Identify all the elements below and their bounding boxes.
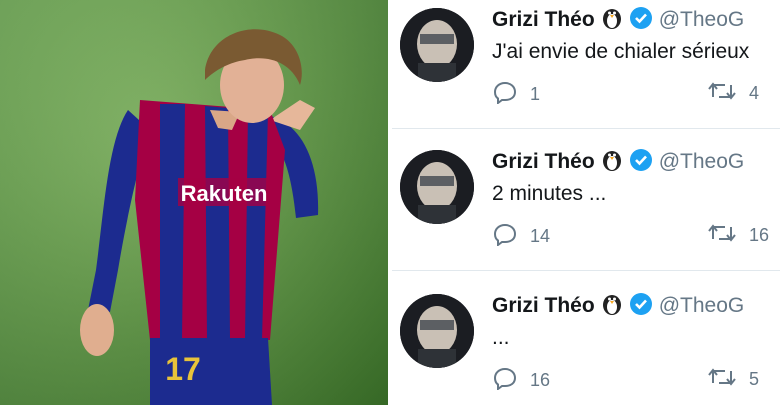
avatar[interactable] [400,150,474,224]
reply-icon [492,80,530,109]
reply-button[interactable]: 1 [492,80,540,109]
retweet-count: 5 [749,369,760,389]
tweet[interactable]: Grizi Théo @TheoG ... 16 5 [392,286,780,405]
display-name[interactable]: Grizi Théo [492,150,595,173]
tweet[interactable]: Grizi Théo @TheoG 2 minutes ... 14 16 [392,142,780,271]
retweet-button[interactable]: 4 [707,80,759,107]
avatar[interactable] [400,8,474,82]
retweet-icon [707,222,749,249]
reply-count: 14 [530,226,551,246]
tweet-header: Grizi Théo @TheoG [492,6,744,37]
retweet-count: 4 [749,83,760,103]
player-photo: Rakuten 17 [0,0,388,405]
penguin-emoji-icon [601,6,623,37]
reply-count: 16 [530,370,551,390]
tweet-header: Grizi Théo @TheoG [492,292,744,323]
player-illustration: Rakuten 17 [0,0,388,405]
tweet-header: Grizi Théo @TheoG [492,148,744,179]
user-handle[interactable]: @TheoG [659,8,745,31]
retweet-button[interactable]: 16 [707,222,769,249]
display-name[interactable]: Grizi Théo [492,294,595,317]
collage: Rakuten 17 Grizi Théo @TheoG J'ai envie d… [0,0,780,405]
retweet-icon [707,80,749,107]
verified-badge-icon [629,6,653,37]
tweet-text: ... [492,326,510,349]
penguin-emoji-icon [601,148,623,179]
reply-button[interactable]: 14 [492,222,550,251]
penguin-emoji-icon [601,292,623,323]
avatar[interactable] [400,294,474,368]
tweet[interactable]: Grizi Théo @TheoG J'ai envie de chialer s… [392,0,780,129]
reply-count: 1 [530,84,541,104]
reply-icon [492,222,530,251]
sponsor-logo: Rakuten [181,181,268,206]
verified-badge-icon [629,292,653,323]
verified-badge-icon [629,148,653,179]
tweet-text: 2 minutes ... [492,182,607,205]
user-handle[interactable]: @TheoG [659,150,745,173]
display-name[interactable]: Grizi Théo [492,8,595,31]
shorts-number: 17 [165,351,201,387]
retweet-button[interactable]: 5 [707,366,759,393]
reply-icon [492,366,530,395]
reply-button[interactable]: 16 [492,366,550,395]
tweet-feed: Grizi Théo @TheoG J'ai envie de chialer s… [392,0,780,405]
retweet-icon [707,366,749,393]
user-handle[interactable]: @TheoG [659,294,745,317]
retweet-count: 16 [749,225,770,245]
tweet-text: J'ai envie de chialer sérieux [492,40,750,63]
